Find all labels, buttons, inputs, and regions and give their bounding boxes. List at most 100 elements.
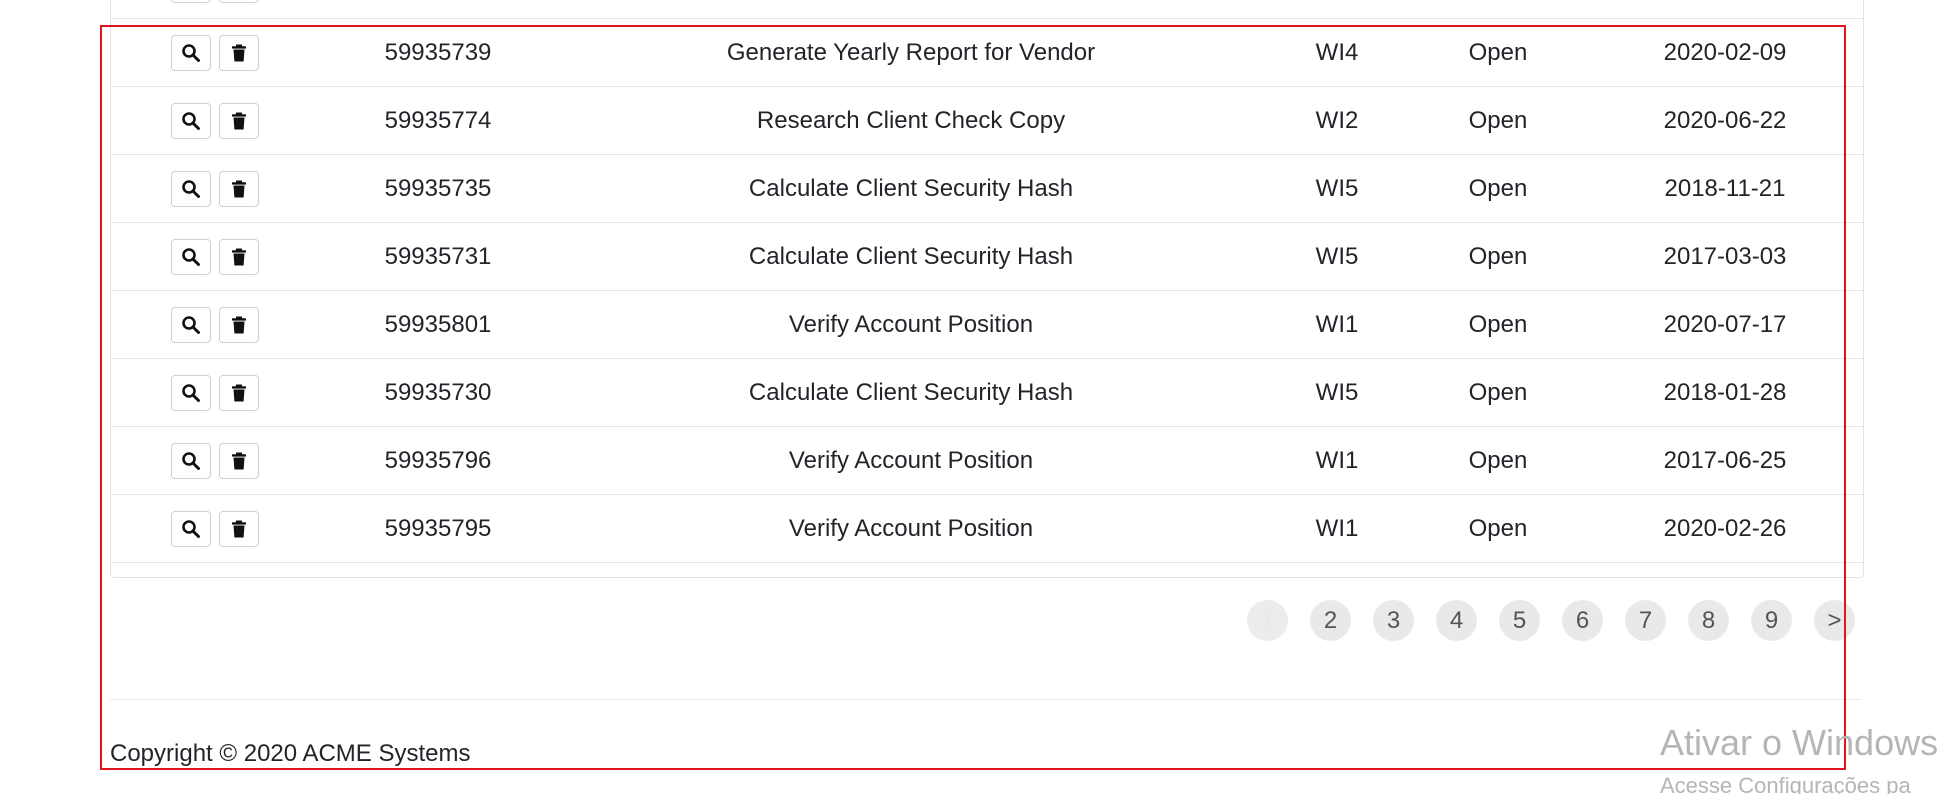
delete-button[interactable] — [219, 442, 259, 479]
page-3-button[interactable]: 3 — [1373, 600, 1414, 641]
row-actions — [171, 238, 259, 275]
work-items-table: 59935774 Research Client Check Copy WI2 Ope… — [110, 0, 1864, 578]
copyright-text: Copyright © 2020 ACME Systems — [110, 740, 471, 767]
watermark-line-2: Acesse Configurações pa — [1660, 773, 1911, 794]
row-actions — [171, 306, 259, 343]
item-date: 2020-07-17 — [1663, 310, 1787, 338]
search-icon — [182, 43, 200, 62]
trash-icon — [232, 452, 246, 469]
view-button[interactable] — [171, 510, 211, 547]
item-wi: WI4 — [1315, 38, 1359, 66]
trash-icon — [232, 520, 246, 537]
item-wi: WI2 — [1315, 106, 1359, 134]
row-actions — [171, 510, 259, 547]
view-button[interactable] — [171, 306, 211, 343]
item-date: 2020-02-26 — [1663, 514, 1787, 542]
table-row: 59935774Research Client Check CopyWI2Ope… — [111, 0, 1863, 19]
table-row: 59935774Research Client Check CopyWI2Ope… — [111, 87, 1863, 155]
trash-icon — [232, 316, 246, 333]
item-date: 2017-06-25 — [1663, 446, 1787, 474]
item-id: 59935796 — [384, 446, 492, 474]
row-actions — [171, 442, 259, 479]
item-wi: WI1 — [1315, 446, 1359, 474]
view-button[interactable] — [171, 442, 211, 479]
delete-button[interactable] — [219, 238, 259, 275]
view-button[interactable] — [171, 102, 211, 139]
delete-button[interactable] — [219, 374, 259, 411]
delete-button[interactable] — [219, 170, 259, 207]
page-5-button[interactable]: 5 — [1499, 600, 1540, 641]
table-row: 59935795 Verify Account Position WI1 Open 20… — [111, 495, 1863, 563]
search-icon — [182, 315, 200, 334]
page-7-button[interactable]: 7 — [1625, 600, 1666, 641]
delete-button[interactable] — [219, 0, 259, 3]
view-button[interactable] — [171, 170, 211, 207]
pagination: 1 2 3 4 5 6 7 8 9 > — [1247, 600, 1855, 641]
table-row: 59935731 Calculate Client Security Hash WI… — [111, 223, 1863, 291]
next-page-button[interactable]: > — [1814, 600, 1855, 641]
item-wi: WI5 — [1315, 174, 1359, 202]
item-status: Open — [1468, 446, 1528, 474]
item-id: 59935795 — [384, 514, 492, 542]
delete-button[interactable] — [219, 510, 259, 547]
item-title: Research Client Check Copy — [756, 106, 1066, 134]
item-status: Open — [1468, 174, 1528, 202]
item-title: Calculate Client Security Hash — [748, 378, 1074, 406]
item-wi: WI5 — [1315, 242, 1359, 270]
watermark-line-1: Ativar o Windows — [1660, 722, 1939, 763]
page-2-button[interactable]: 2 — [1310, 600, 1351, 641]
view-button[interactable] — [171, 238, 211, 275]
windows-activation-watermark: Ativar o Windows Acesse Configurações pa — [1660, 722, 1938, 794]
view-button[interactable] — [171, 34, 211, 71]
item-status: Open — [1468, 38, 1528, 66]
footer-divider — [110, 699, 1862, 700]
item-id: 59935801 — [384, 310, 492, 338]
row-actions — [171, 170, 259, 207]
item-title: Calculate Client Security Hash — [748, 174, 1074, 202]
delete-button[interactable] — [219, 306, 259, 343]
item-date: 2018-11-21 — [1664, 174, 1786, 202]
trash-icon — [232, 248, 246, 265]
item-id: 59935774 — [384, 106, 492, 134]
item-title: Calculate Client Security Hash — [748, 242, 1074, 270]
table-row: 59935739 Generate Yearly Report for Vendo… — [111, 19, 1863, 87]
item-status: Open — [1468, 310, 1528, 338]
page-1-button[interactable]: 1 — [1247, 600, 1288, 641]
item-id: 59935730 — [384, 378, 492, 406]
item-title: Generate Yearly Report for Vendor — [726, 38, 1096, 66]
item-date: 2018-01-28 — [1663, 378, 1787, 406]
delete-button[interactable] — [219, 34, 259, 71]
page-4-button[interactable]: 4 — [1436, 600, 1477, 641]
search-icon — [182, 451, 200, 470]
page-8-button[interactable]: 8 — [1688, 600, 1729, 641]
page-9-button[interactable]: 9 — [1751, 600, 1792, 641]
search-icon — [182, 247, 200, 266]
item-status: Open — [1468, 514, 1528, 542]
search-icon — [182, 179, 200, 198]
trash-icon — [232, 180, 246, 197]
table-row: 59935735 Calculate Client Security Hash WI… — [111, 155, 1863, 223]
item-status: Open — [1468, 242, 1528, 270]
item-id: 59935731 — [384, 242, 492, 270]
trash-icon — [232, 112, 246, 129]
trash-icon — [232, 384, 246, 401]
page-6-button[interactable]: 6 — [1562, 600, 1603, 641]
search-icon — [182, 111, 200, 130]
item-title: Verify Account Position — [788, 446, 1034, 474]
row-actions — [171, 0, 259, 3]
search-icon — [182, 519, 200, 538]
item-date: 2020-02-09 — [1663, 38, 1787, 66]
delete-button[interactable] — [219, 102, 259, 139]
view-button[interactable] — [171, 0, 211, 3]
trash-icon — [232, 44, 246, 61]
row-actions — [171, 374, 259, 411]
item-status: Open — [1468, 378, 1528, 406]
item-date: 2020-06-22 — [1663, 106, 1787, 134]
item-id: 59935735 — [384, 174, 492, 202]
row-actions — [171, 102, 259, 139]
item-id: 59935739 — [384, 38, 492, 66]
item-date: 2017-03-03 — [1663, 242, 1787, 270]
item-title: Verify Account Position — [788, 310, 1034, 338]
view-button[interactable] — [171, 374, 211, 411]
table-row: 59935801 Verify Account Position WI1 Open 20… — [111, 291, 1863, 359]
